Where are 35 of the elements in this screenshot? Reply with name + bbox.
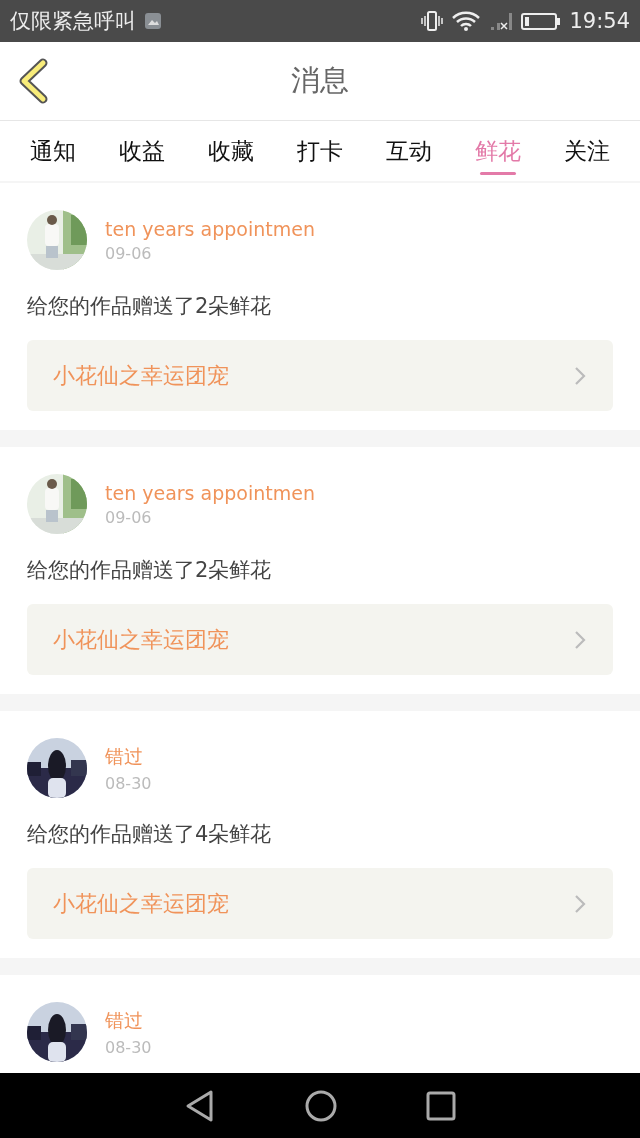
- chevron-right-icon: [573, 364, 587, 387]
- user-name[interactable]: ten years appointmen: [105, 481, 315, 504]
- message-text: 给您的作品赠送了2朵鲜花: [27, 293, 273, 320]
- page-title: 消息: [291, 62, 349, 99]
- message-date: 09-06: [105, 243, 153, 263]
- work-link[interactable]: 小花仙之幸运团宠: [27, 868, 613, 939]
- tab[interactable]: 通知: [8, 121, 98, 181]
- message-date: 09-06: [105, 507, 153, 527]
- tab[interactable]: 打卡: [275, 121, 365, 181]
- tab[interactable]: 关注: [542, 121, 632, 181]
- work-link[interactable]: 小花仙之幸运团宠: [27, 604, 613, 675]
- user-name[interactable]: ten years appointmen: [105, 217, 315, 240]
- chevron-right-icon: [573, 892, 587, 915]
- wifi-icon: [451, 10, 482, 32]
- home-icon[interactable]: [304, 1088, 338, 1123]
- message-text: 给您的作品赠送了4朵鲜花: [27, 821, 273, 848]
- recents-icon[interactable]: [426, 1090, 456, 1121]
- tab[interactable]: 互动: [364, 121, 454, 181]
- clock-text: 19:54: [569, 9, 630, 33]
- tab[interactable]: 鲜花: [453, 121, 543, 181]
- signal-icon: [489, 10, 514, 32]
- message-date: 08-30: [105, 1037, 152, 1057]
- carrier-text: 仅限紧急呼叫: [10, 8, 136, 35]
- image-icon: [144, 12, 162, 30]
- message-text: 给您的作品赠送了2朵鲜花: [27, 557, 273, 584]
- work-link[interactable]: 小花仙之幸运团宠: [27, 340, 613, 411]
- vibrate-icon: [421, 10, 444, 32]
- user-name[interactable]: 错过: [105, 743, 152, 770]
- message-date: 08-30: [105, 773, 152, 793]
- tab[interactable]: 收益: [97, 121, 187, 181]
- user-name[interactable]: 错过: [105, 1007, 152, 1034]
- tab[interactable]: 收藏: [186, 121, 276, 181]
- battery-icon: [521, 10, 562, 32]
- chevron-right-icon: [573, 628, 587, 651]
- back-icon[interactable]: [184, 1088, 216, 1123]
